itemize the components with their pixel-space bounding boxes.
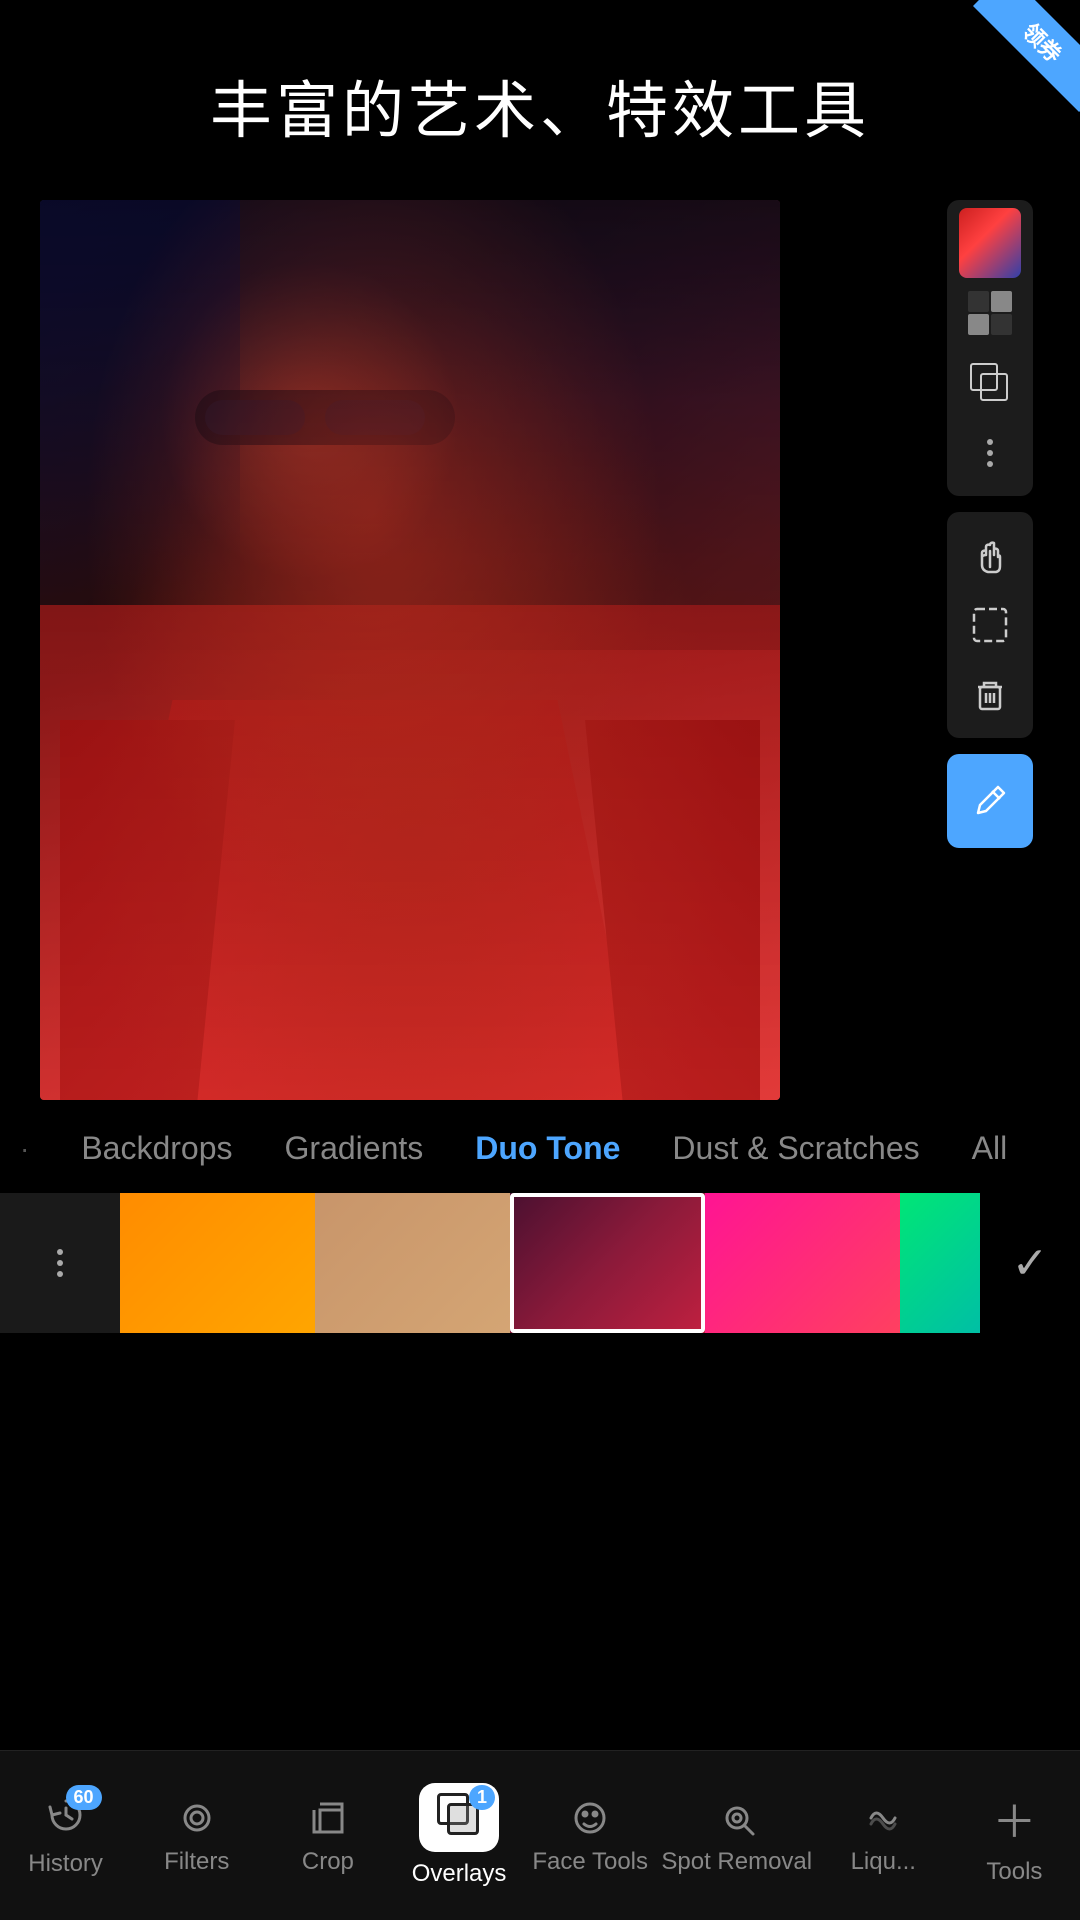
filters-icon <box>175 1796 219 1840</box>
dot <box>987 439 993 445</box>
dot <box>987 450 993 456</box>
crop-label: Crop <box>302 1848 354 1876</box>
nav-history[interactable]: 60 History <box>6 1783 126 1888</box>
swatch-confirm-button[interactable]: ✓ <box>980 1238 1080 1289</box>
dup-square-front <box>980 373 1008 401</box>
face-icon <box>568 1796 612 1840</box>
history-badge: 60 <box>66 1785 102 1810</box>
more-options-button[interactable] <box>955 418 1025 488</box>
history-badge-wrap: 60 <box>44 1793 88 1842</box>
tab-dust-scratches[interactable]: Dust & Scratches <box>646 1120 945 1177</box>
overlays-badge-wrap: 1 <box>437 1793 481 1837</box>
swatch-hot-pink[interactable] <box>705 1193 900 1333</box>
crop-icon <box>306 1796 350 1840</box>
dot <box>987 461 993 467</box>
selection-button[interactable] <box>955 590 1025 660</box>
checker-cell <box>991 291 1012 312</box>
swatch-orange[interactable] <box>120 1193 315 1333</box>
toolbar-mid-panel <box>947 512 1033 738</box>
swatch-more-dots <box>57 1249 63 1277</box>
dot <box>57 1249 63 1255</box>
delete-button[interactable] <box>955 660 1025 730</box>
tab-all[interactable]: All <box>946 1120 1034 1177</box>
category-tabs: · Backdrops Gradients Duo Tone Dust & Sc… <box>0 1100 1080 1193</box>
image-canvas <box>40 200 780 1100</box>
color-swatch-button[interactable] <box>955 208 1025 278</box>
nav-spot-removal[interactable]: Spot Removal <box>661 1786 812 1886</box>
swatch-green[interactable] <box>900 1193 980 1333</box>
transparency-button[interactable] <box>955 278 1025 348</box>
spot-removal-label: Spot Removal <box>661 1848 812 1876</box>
face-tools-label: Face Tools <box>532 1848 648 1876</box>
page-title: 丰富的艺术、特效工具 <box>0 0 1080 200</box>
three-dots-icon <box>987 439 993 467</box>
tab-gradients[interactable]: Gradients <box>259 1120 450 1177</box>
badge-text: 领券 <box>973 0 1080 112</box>
hand-icon <box>970 535 1010 575</box>
filters-label: Filters <box>164 1848 229 1876</box>
eyedropper-icon <box>970 781 1010 821</box>
dot <box>57 1260 63 1266</box>
nav-liquify[interactable]: Liqu... <box>823 1786 943 1886</box>
toolbar-eyedropper-panel <box>947 754 1033 848</box>
corner-badge[interactable]: 领券 <box>960 0 1080 120</box>
swatch-crimson[interactable] <box>510 1193 705 1333</box>
spot-removal-icon <box>715 1796 759 1840</box>
color-swatch <box>959 208 1021 278</box>
checker-cell <box>968 314 989 335</box>
history-label: History <box>28 1850 103 1878</box>
nav-tools[interactable]: ＋ Tools <box>954 1776 1074 1896</box>
liquify-label: Liqu... <box>851 1848 916 1876</box>
checker-cell <box>991 314 1012 335</box>
swatches-row: ✓ <box>0 1193 1080 1353</box>
duplicate-button[interactable] <box>955 348 1025 418</box>
duplicate-icon <box>970 363 1010 403</box>
pan-button[interactable] <box>955 520 1025 590</box>
swatch-tan[interactable] <box>315 1193 510 1333</box>
bottom-nav: 60 History Filters Crop 1 <box>0 1750 1080 1920</box>
tools-icon: ＋ <box>992 1786 1036 1850</box>
overlays-badge: 1 <box>469 1785 495 1810</box>
nav-face-tools[interactable]: Face Tools <box>530 1786 650 1886</box>
tools-label: Tools <box>986 1858 1042 1886</box>
cat-tab-prev: · <box>0 1123 55 1175</box>
selection-icon <box>970 605 1010 645</box>
eyedropper-button[interactable] <box>955 766 1025 836</box>
nav-overlays[interactable]: 1 Overlays <box>399 1773 519 1898</box>
trash-icon <box>970 675 1010 715</box>
toolbar-top-panel <box>947 200 1033 496</box>
duotone-overlay <box>40 200 780 1100</box>
right-toolbar <box>940 200 1040 1100</box>
checker-icon <box>968 291 1012 335</box>
editor-area <box>40 200 1040 1100</box>
image-background <box>40 200 780 1100</box>
nav-crop[interactable]: Crop <box>268 1786 388 1886</box>
overlays-icon-wrap: 1 <box>419 1783 499 1852</box>
liquify-icon <box>861 1796 905 1840</box>
overlays-label: Overlays <box>412 1860 507 1888</box>
dot <box>57 1271 63 1277</box>
nav-filters[interactable]: Filters <box>137 1786 257 1886</box>
tab-duo-tone[interactable]: Duo Tone <box>449 1120 646 1177</box>
checker-cell <box>968 291 989 312</box>
swatch-more-button[interactable] <box>0 1193 120 1333</box>
tab-backdrops[interactable]: Backdrops <box>55 1120 258 1177</box>
